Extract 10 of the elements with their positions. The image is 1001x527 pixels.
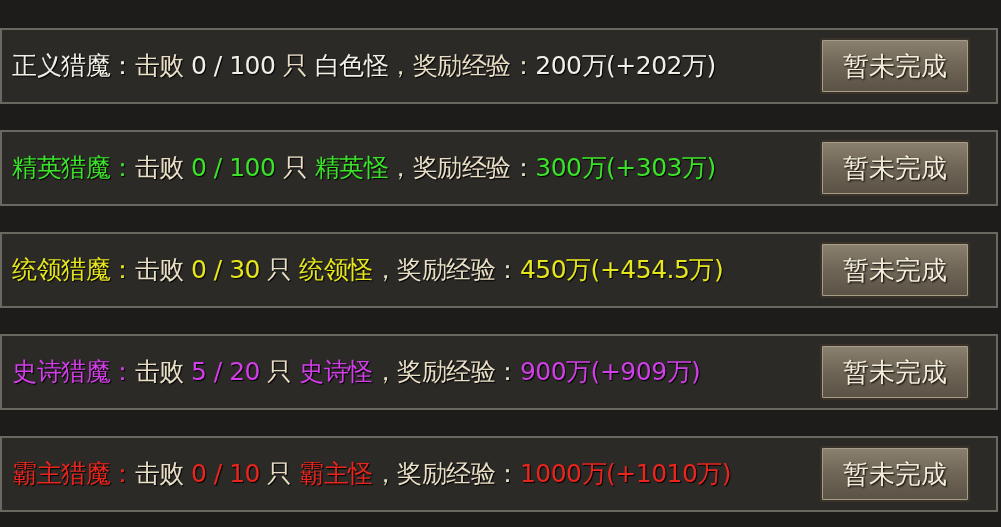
status-button[interactable]: 暂未完成	[820, 140, 970, 196]
quest-text: 霸主猎魔：击败 0 / 10 只 霸主怪，奖励经验：1000万(+1010万)	[12, 458, 732, 491]
quest-text: 正义猎魔：击败 0 / 100 只 白色怪，奖励经验：200万(+202万)	[12, 50, 716, 83]
status-button[interactable]: 暂未完成	[820, 344, 970, 400]
status-button[interactable]: 暂未完成	[820, 38, 970, 94]
status-button[interactable]: 暂未完成	[820, 446, 970, 502]
quest-text: 统领猎魔：击败 0 / 30 只 统领怪，奖励经验：450万(+454.5万)	[12, 254, 724, 287]
status-button[interactable]: 暂未完成	[820, 242, 970, 298]
quest-text: 精英猎魔：击败 0 / 100 只 精英怪，奖励经验：300万(+303万)	[12, 152, 716, 185]
quest-text: 史诗猎魔：击败 5 / 20 只 史诗怪，奖励经验：900万(+909万)	[12, 356, 701, 389]
